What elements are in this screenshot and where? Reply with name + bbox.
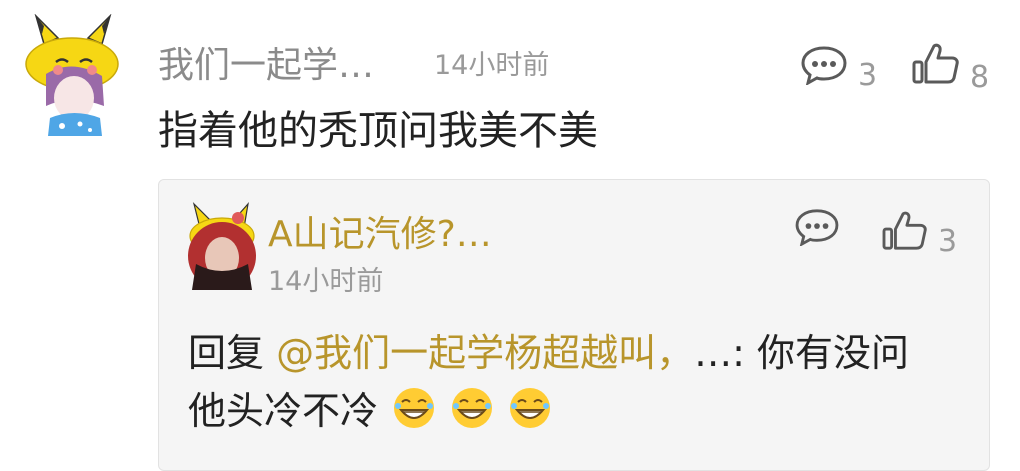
reply-suffix: …: 你有没问 [694, 331, 909, 375]
grinning-face-icon [450, 386, 494, 430]
thumbs-up-icon [882, 210, 928, 256]
reply-time: 14小时前 [268, 266, 384, 297]
mention-link[interactable]: @我们一起学杨超越叫， [276, 331, 694, 375]
reply-username[interactable]: A山记汽修?… [268, 205, 492, 257]
grinning-face-icon [508, 386, 552, 430]
comment-bubble-icon [794, 208, 840, 250]
avatar[interactable] [22, 13, 122, 136]
comment-like-button[interactable]: 8 [912, 36, 989, 95]
reply-reply-button[interactable] [794, 208, 840, 250]
reply-prefix: 回复 [188, 331, 277, 375]
reply-like-button[interactable]: 3 [882, 206, 957, 259]
reply-count: 3 [858, 58, 878, 93]
comment-text: 指着他的秃顶问我美不美 [158, 108, 598, 154]
comment-time: 14小时前 [434, 50, 550, 81]
comment-reply-button[interactable]: 3 [800, 40, 877, 93]
thumbs-up-icon [912, 42, 960, 90]
grinning-face-icon [392, 386, 436, 430]
reply-text-line2: 他头冷不冷 [188, 380, 552, 435]
like-count: 8 [970, 60, 990, 95]
comment-bubble-icon [800, 45, 848, 89]
comment-username[interactable]: 我们一起学… [158, 36, 374, 88]
reply-avatar[interactable] [186, 198, 258, 290]
reply-like-count: 3 [938, 224, 958, 259]
reply-text-line1: 回复 @我们一起学杨超越叫，…: 你有没问 [188, 322, 909, 377]
reply-line2-text: 他头冷不冷 [188, 389, 379, 433]
